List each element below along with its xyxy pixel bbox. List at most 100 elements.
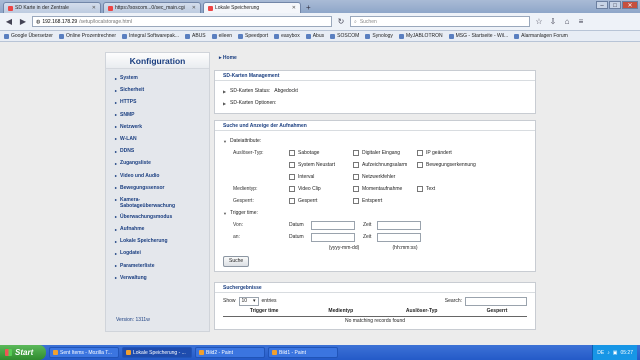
to-time-input[interactable] bbox=[377, 232, 421, 242]
language-indicator[interactable]: DE bbox=[597, 350, 604, 356]
sidebar-item-ddns[interactable]: ▸ DDNS bbox=[106, 148, 209, 154]
browser-tab[interactable]: SD Karte in der Zentrale ✕ bbox=[3, 2, 101, 13]
column-header[interactable]: Trigger time bbox=[223, 307, 306, 317]
panel-title: SD-Karten Management bbox=[215, 71, 535, 81]
checkbox[interactable] bbox=[289, 198, 295, 204]
taskbar-item[interactable]: Bild2 - Paint bbox=[195, 347, 265, 358]
checkbox[interactable] bbox=[289, 186, 295, 192]
sd-status-row[interactable]: ▶ SD-Karten Status: Abgedockt bbox=[223, 85, 527, 97]
browser-tab-active[interactable]: Lokale Speicherung ✕ bbox=[203, 2, 301, 13]
sidebar-item-logdatei[interactable]: ▸ Logdatei bbox=[106, 250, 209, 256]
to-date-input[interactable] bbox=[311, 232, 355, 242]
downloads-icon[interactable]: ⇩ bbox=[548, 17, 558, 26]
sidebar-item-video-audio[interactable]: ▸ Video und Audio bbox=[106, 173, 209, 179]
taskbar-item[interactable]: Bild1 - Paint bbox=[268, 347, 338, 358]
checkbox[interactable] bbox=[353, 162, 359, 168]
maximize-icon[interactable]: □ bbox=[609, 1, 621, 9]
star-icon[interactable]: ☆ bbox=[534, 17, 544, 26]
back-icon[interactable]: ◀ bbox=[4, 17, 14, 26]
bookmark-item[interactable]: eileen bbox=[211, 33, 232, 39]
bookmark-icon bbox=[330, 33, 336, 39]
close-tab-icon[interactable]: ✕ bbox=[292, 5, 296, 11]
home-icon[interactable]: ⌂ bbox=[562, 17, 572, 26]
bookmark-item[interactable]: Abus bbox=[305, 33, 324, 39]
window-controls: – □ ✕ bbox=[596, 1, 638, 9]
taskbar-item-active[interactable]: Lokale Speicherung - ... bbox=[122, 347, 192, 358]
checkbox[interactable] bbox=[353, 174, 359, 180]
bullet-icon: ▸ bbox=[115, 173, 118, 178]
chevron-down-icon: ▾ bbox=[253, 298, 256, 304]
bookmark-item[interactable]: MSG - Startseite - Wil... bbox=[448, 33, 508, 39]
volume-icon[interactable]: ♪ bbox=[607, 350, 610, 356]
forward-icon[interactable]: ▶ bbox=[18, 17, 28, 26]
column-header[interactable]: Medientyp bbox=[305, 307, 377, 317]
sidebar-item-netzwerk[interactable]: ▸ Netzwerk bbox=[106, 124, 209, 130]
sidebar-item-https[interactable]: ▸ HTTPS bbox=[106, 99, 209, 105]
bookmark-icon bbox=[274, 33, 280, 39]
network-icon[interactable]: ▣ bbox=[613, 350, 618, 356]
bookmark-item[interactable]: Alarmanlagen Forum bbox=[514, 33, 568, 39]
bookmark-icon bbox=[58, 33, 64, 39]
sidebar-item-zugangsliste[interactable]: ▸ Zugangsliste bbox=[106, 160, 209, 166]
bookmark-item[interactable]: easybox bbox=[274, 33, 300, 39]
reload-icon[interactable]: ↻ bbox=[336, 17, 346, 26]
sidebar-item-ueberwachungsmodus[interactable]: ▸ Überwachungsmodus bbox=[106, 214, 209, 220]
clock: 05:27 bbox=[620, 349, 633, 356]
close-window-icon[interactable]: ✕ bbox=[622, 1, 638, 9]
from-date-input[interactable] bbox=[311, 220, 355, 230]
entries-select[interactable]: 10 ▾ bbox=[238, 296, 259, 306]
from-time-input[interactable] bbox=[377, 220, 421, 230]
url-field[interactable]: ◍ 192.168.178.29/setup/localstorage.html bbox=[32, 16, 332, 27]
search-field[interactable]: ⌕ Suchen bbox=[350, 16, 530, 27]
minimize-icon[interactable]: – bbox=[596, 1, 608, 9]
checkbox[interactable] bbox=[289, 162, 295, 168]
checkbox[interactable] bbox=[353, 150, 359, 156]
search-icon: ⌕ bbox=[354, 18, 357, 25]
close-tab-icon[interactable]: ✕ bbox=[192, 5, 196, 11]
bookmark-item[interactable]: SOSCOM bbox=[330, 33, 359, 39]
checkbox[interactable] bbox=[417, 150, 423, 156]
sidebar-item-parameterliste[interactable]: ▸ Parameterliste bbox=[106, 263, 209, 269]
taskbar-item[interactable]: Sent Items - Mozilla T... bbox=[49, 347, 119, 358]
sidebar-item-snmp[interactable]: ▸ SNMP bbox=[106, 112, 209, 118]
bullet-icon: ▸ bbox=[115, 99, 118, 105]
checkbox[interactable] bbox=[417, 162, 423, 168]
bookmark-item[interactable]: Synology bbox=[365, 33, 393, 39]
bookmark-item[interactable]: Speedport bbox=[238, 33, 268, 39]
sidebar-item-wlan[interactable]: ▸ W-LAN bbox=[106, 136, 209, 142]
sd-options-row[interactable]: ▶ SD-Karten Optionen: bbox=[223, 97, 527, 109]
sidebar-item-verwaltung[interactable]: ▸ Verwaltung bbox=[106, 275, 209, 281]
checkbox[interactable] bbox=[289, 174, 295, 180]
search-button[interactable]: Suche bbox=[223, 256, 250, 267]
checkbox[interactable] bbox=[417, 186, 423, 192]
home-link[interactable]: ▸ Home bbox=[214, 52, 536, 64]
sidebar-item-bewegungssensor[interactable]: ▸ Bewegungssensor bbox=[106, 185, 209, 191]
close-tab-icon[interactable]: ✕ bbox=[92, 5, 96, 11]
menu-icon[interactable]: ≡ bbox=[576, 17, 586, 26]
bookmark-icon bbox=[122, 33, 127, 39]
sidebar-item-system[interactable]: ▸ System bbox=[106, 75, 209, 81]
file-attributes-row[interactable]: ▼ Dateiattribute: bbox=[223, 135, 527, 147]
column-header[interactable]: Auslöser-Typ bbox=[376, 307, 468, 317]
checkbox[interactable] bbox=[289, 150, 295, 156]
column-header[interactable]: Gesperrt bbox=[467, 307, 527, 317]
bookmark-item[interactable]: Google Übersetzer bbox=[4, 33, 53, 39]
taskbar: Start Sent Items - Mozilla T... Lokale S… bbox=[0, 345, 640, 360]
sidebar-item-sicherheit[interactable]: ▸ Sicherheit bbox=[106, 87, 209, 93]
sidebar-item-lokale-speicherung[interactable]: ▸ Lokale Speicherung bbox=[106, 238, 209, 244]
favicon-icon bbox=[208, 5, 213, 11]
bookmark-item[interactable]: Online Prozentrechner bbox=[58, 33, 116, 39]
start-button[interactable]: Start bbox=[0, 345, 46, 360]
trigger-time-row[interactable]: ▼ Trigger time: bbox=[223, 207, 527, 219]
sidebar-item-aufnahme[interactable]: ▸ Aufnahme bbox=[106, 226, 209, 232]
sidebar-item-sabotage[interactable]: ▸ Kamera-Sabotageüberwachung bbox=[106, 197, 209, 209]
checkbox[interactable] bbox=[353, 186, 359, 192]
checkbox[interactable] bbox=[353, 198, 359, 204]
bookmark-item[interactable]: Integral Softwarepak... bbox=[122, 33, 179, 39]
bookmark-item[interactable]: ABUS bbox=[185, 33, 206, 39]
favicon-icon bbox=[108, 5, 113, 11]
bookmark-item[interactable]: MyJABLOTRON bbox=[398, 33, 443, 39]
new-tab-icon[interactable]: + bbox=[303, 2, 314, 13]
results-search-input[interactable] bbox=[465, 296, 527, 306]
browser-tab[interactable]: https://soscom...0/sec_main.cgi ✕ bbox=[103, 2, 201, 13]
